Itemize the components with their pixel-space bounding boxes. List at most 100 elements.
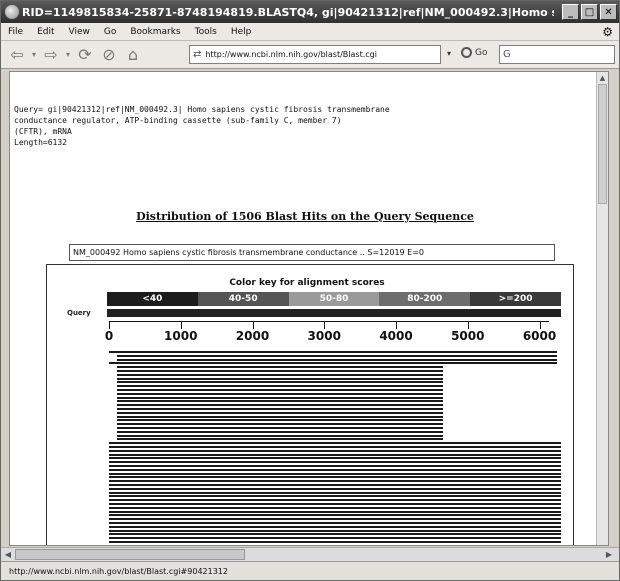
hit-line[interactable] (109, 491, 561, 494)
hit-line[interactable] (109, 544, 561, 545)
hit-line[interactable] (109, 457, 561, 460)
menu-view[interactable]: View (62, 27, 97, 37)
forward-dropdown-icon[interactable]: ▾ (63, 44, 73, 66)
query-info: Query= gi|90421312|ref|NM_000492.3| Homo… (14, 105, 390, 147)
hit-line[interactable] (109, 480, 561, 483)
hit-line[interactable] (117, 430, 443, 433)
hit-line[interactable] (109, 510, 561, 513)
hit-line[interactable] (117, 415, 443, 418)
hit-line[interactable] (117, 381, 443, 384)
hit-line[interactable] (117, 434, 443, 437)
hit-line[interactable] (109, 522, 561, 524)
status-bar: http://www.ncbi.nlm.nih.gov/blast/Blast.… (1, 561, 619, 580)
hit-line[interactable] (117, 370, 443, 372)
hit-line[interactable] (109, 503, 561, 505)
axis-tick (396, 321, 398, 329)
hit-line[interactable] (109, 461, 561, 464)
scroll-left-icon[interactable]: ◀ (2, 549, 14, 560)
hit-line[interactable] (117, 408, 443, 410)
hit-line[interactable] (109, 351, 557, 353)
menu-bookmarks[interactable]: Bookmarks (123, 27, 187, 37)
distribution-title: Distribution of 1506 Blast Hits on the Q… (136, 210, 474, 223)
hit-line[interactable] (109, 442, 561, 445)
hit-line[interactable] (109, 453, 561, 456)
hit-line[interactable] (109, 541, 561, 543)
hit-line[interactable] (117, 438, 443, 441)
menu-tools[interactable]: Tools (188, 27, 224, 37)
hit-line[interactable] (117, 419, 443, 422)
back-icon[interactable]: ⇦ (5, 44, 29, 66)
home-icon[interactable]: ⌂ (121, 44, 145, 66)
hit-line[interactable] (109, 518, 561, 521)
axis-tick-label: 3000 (307, 329, 341, 343)
search-input[interactable]: G (499, 45, 615, 64)
minimize-button[interactable]: _ (562, 4, 579, 20)
hit-line[interactable] (117, 366, 443, 369)
reload-icon[interactable]: ⟳ (73, 44, 97, 66)
hit-line[interactable] (117, 411, 443, 414)
menu-edit[interactable]: Edit (30, 27, 61, 37)
hit-line[interactable] (117, 400, 443, 403)
hit-line[interactable] (109, 472, 561, 475)
hit-line[interactable] (109, 525, 561, 528)
hit-line[interactable] (109, 506, 561, 509)
menu-help[interactable]: Help (224, 27, 259, 37)
hit-line[interactable] (117, 404, 443, 407)
hit-line[interactable] (109, 449, 561, 452)
hit-line[interactable] (109, 495, 561, 498)
stop-icon[interactable]: ⊘ (97, 44, 121, 66)
firefox-icon (5, 5, 19, 19)
hit-line[interactable] (109, 362, 557, 365)
go-button[interactable]: Go (461, 47, 487, 58)
hit-line[interactable] (109, 514, 561, 517)
hit-line[interactable] (109, 533, 561, 536)
window-title: RID=1149815834-25871-8748194819.BLASTQ4,… (22, 5, 554, 19)
browser-window: RID=1149815834-25871-8748194819.BLASTQ4,… (0, 0, 620, 581)
hit-line[interactable] (109, 465, 561, 467)
page-content: Query= gi|90421312|ref|NM_000492.3| Homo… (9, 71, 609, 546)
scroll-up-icon[interactable]: ▲ (597, 72, 608, 83)
hit-description-field[interactable]: NM_000492 Homo sapiens cystic fibrosis t… (69, 244, 555, 261)
url-bar[interactable]: ⇄ http://www.ncbi.nlm.nih.gov/blast/Blas… (189, 45, 441, 64)
menu-bar: File Edit View Go Bookmarks Tools Help ⚙ (1, 23, 619, 41)
back-dropdown-icon[interactable]: ▾ (29, 44, 39, 66)
hit-line[interactable] (109, 537, 561, 540)
hit-line[interactable] (109, 499, 561, 502)
color-key-box: 80-200 (379, 292, 471, 306)
hit-line[interactable] (109, 476, 561, 479)
axis-line (109, 321, 549, 322)
hit-line[interactable] (117, 427, 443, 429)
hit-line[interactable] (117, 396, 443, 399)
vertical-scrollbar[interactable]: ▲ (596, 72, 608, 545)
vertical-scroll-thumb[interactable] (598, 84, 607, 204)
scroll-right-icon[interactable]: ▶ (603, 549, 615, 560)
blast-hits-graphic[interactable]: Color key for alignment scores Query <40… (46, 264, 574, 545)
hit-line[interactable] (109, 529, 561, 532)
hit-line[interactable] (117, 389, 443, 391)
hit-line[interactable] (109, 487, 561, 490)
menu-go[interactable]: Go (97, 27, 123, 37)
hit-line[interactable] (109, 484, 561, 486)
search-engine-icon: G (503, 49, 511, 60)
close-button[interactable]: ✕ (600, 4, 617, 20)
hit-line[interactable] (117, 358, 557, 361)
hit-line[interactable] (117, 392, 443, 395)
url-dropdown-icon[interactable]: ▾ (447, 49, 451, 58)
title-bar: RID=1149815834-25871-8748194819.BLASTQ4,… (1, 1, 619, 23)
forward-icon[interactable]: ⇨ (39, 44, 63, 66)
horizontal-scroll-thumb[interactable] (15, 549, 245, 560)
hit-line[interactable] (117, 385, 443, 388)
axis-tick (109, 321, 110, 329)
hit-line[interactable] (117, 423, 443, 426)
hit-line[interactable] (109, 468, 561, 471)
hit-line[interactable] (117, 373, 443, 376)
menu-file[interactable]: File (1, 27, 30, 37)
axis-tick (180, 321, 182, 329)
throbber-icon: ⚙ (602, 25, 613, 39)
maximize-button[interactable]: □ (581, 4, 598, 20)
hit-line[interactable] (117, 354, 557, 357)
hit-line[interactable] (109, 446, 561, 448)
color-key-box: 40-50 (197, 292, 289, 306)
horizontal-scrollbar[interactable]: ◀ ▶ (1, 547, 619, 561)
hit-line[interactable] (117, 377, 443, 380)
